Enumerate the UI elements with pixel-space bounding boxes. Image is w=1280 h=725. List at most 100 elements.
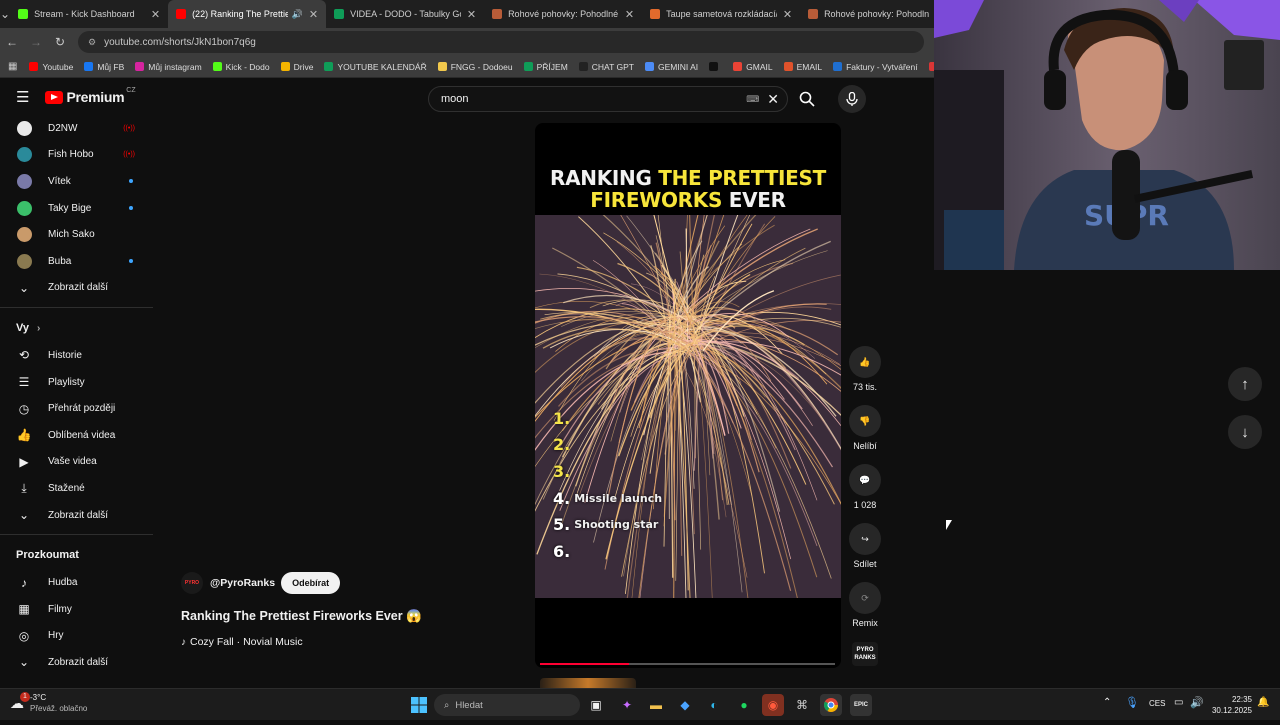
language-indicator[interactable]: CES: [1149, 699, 1165, 708]
subscription-name: Buba: [48, 255, 72, 267]
channel-name[interactable]: @PyroRanks: [210, 577, 275, 589]
sidebar-item-vaše-videa[interactable]: ▶ Vaše videa: [0, 449, 153, 476]
store-icon[interactable]: ◆: [674, 694, 696, 716]
sidebar-item-playlisty[interactable]: ☰ Playlisty: [0, 369, 153, 396]
close-tab-icon[interactable]: ✕: [467, 8, 476, 21]
task-view-icon[interactable]: ▣: [585, 694, 607, 716]
music-row[interactable]: ♪ Cozy Fall · Novial Music: [181, 636, 303, 648]
file-explorer-icon[interactable]: ▬: [645, 694, 667, 716]
network-icon[interactable]: ▭: [1174, 697, 1183, 708]
browser-tab[interactable]: Stream - Kick Dashboard ✕: [10, 0, 168, 28]
bookmark-item[interactable]: YOUTUBE KALENDÁŘ: [324, 62, 427, 72]
rank-item: 6.: [553, 538, 662, 565]
progress-track[interactable]: [540, 663, 835, 665]
previous-short-button[interactable]: ↑: [1228, 367, 1262, 401]
bookmark-item[interactable]: Kick - Dodo: [212, 62, 270, 72]
browser-tab[interactable]: Rohové pohovky: Pohodlné a d ✕: [484, 0, 642, 28]
clock[interactable]: 22:35 30.12.2025: [1210, 694, 1252, 716]
bookmark-item[interactable]: Youtube: [29, 62, 73, 72]
share-button[interactable]: ↪ Sdílet: [846, 523, 884, 569]
edge-icon[interactable]: ◐: [703, 694, 725, 716]
terminal-icon[interactable]: ⌘: [791, 694, 813, 716]
search-value: moon: [441, 93, 469, 105]
subscribe-button[interactable]: Odebírat: [281, 572, 341, 594]
forward-icon[interactable]: →: [24, 35, 48, 49]
dislike-button[interactable]: 👎 Nelíbí: [846, 405, 884, 451]
menu-icon[interactable]: ☰: [16, 88, 29, 106]
shorts-player[interactable]: RANKING THE PRETTIEST FIREWORKS EVER 1. 2…: [535, 123, 841, 668]
epic-games-icon[interactable]: EPIC: [850, 694, 872, 716]
bookmark-item[interactable]: Drive: [280, 62, 313, 72]
search-button[interactable]: [788, 86, 826, 112]
close-tab-icon[interactable]: ✕: [151, 8, 160, 21]
you-show-more[interactable]: ⌄ Zobrazit další: [0, 502, 153, 529]
url-field[interactable]: ⚙ youtube.com/shorts/JkN1bon7q6g: [78, 31, 924, 53]
browser-tab[interactable]: VIDEA - DODO - Tabulky Goog ✕: [326, 0, 484, 28]
taskbar-search[interactable]: ⌕ Hledat: [434, 694, 580, 716]
comments-button[interactable]: 💬 1 028: [846, 464, 884, 510]
subscription-item[interactable]: D2NW ((•)): [0, 115, 153, 142]
sidebar-item-hudba[interactable]: ♪ Hudba: [0, 569, 153, 596]
keyboard-icon[interactable]: ⌨: [746, 94, 759, 105]
back-icon[interactable]: ←: [0, 35, 24, 49]
clock-date: 30.12.2025: [1211, 706, 1252, 715]
explore-show-more[interactable]: ⌄ Zobrazit další: [0, 649, 153, 676]
remix-button[interactable]: ⟳ Remix: [846, 582, 884, 628]
close-tab-icon[interactable]: ✕: [625, 8, 634, 21]
bookmark-item[interactable]: Můj instagram: [135, 62, 202, 72]
bookmark-item[interactable]: PŘÍJEM: [523, 62, 568, 72]
spotify-icon[interactable]: ●: [733, 694, 755, 716]
close-tab-icon[interactable]: ✕: [783, 8, 792, 21]
channel-avatar[interactable]: PYRO: [181, 572, 203, 594]
subscription-item[interactable]: Taky Bige: [0, 195, 153, 222]
subscription-item[interactable]: Mich Sako: [0, 221, 153, 248]
bookmark-item[interactable]: Můj FB: [84, 62, 124, 72]
sidebar-item-label: Stažené: [48, 482, 85, 494]
search-input[interactable]: moon ⌨ ✕: [428, 86, 788, 112]
site-info-icon[interactable]: ⚙: [88, 37, 96, 48]
reload-icon[interactable]: ↻: [48, 35, 72, 49]
bookmark-item[interactable]: Faktury - Vytváření: [833, 62, 918, 72]
clear-search-icon[interactable]: ✕: [767, 91, 779, 108]
next-short-button[interactable]: ↓: [1228, 415, 1262, 449]
browser-tab[interactable]: (22) Ranking The Prettiest F 🔊 ✕: [168, 0, 327, 28]
close-tab-icon[interactable]: ✕: [309, 8, 318, 21]
bookmark-item[interactable]: EMAIL: [783, 62, 822, 72]
tab-search-icon[interactable]: ⌄: [0, 7, 10, 21]
next-short-preview[interactable]: [540, 678, 636, 688]
bookmark-item[interactable]: GMAIL: [733, 62, 773, 72]
bookmark-item[interactable]: CHAT GPT: [578, 62, 634, 72]
subscriptions-show-more[interactable]: ⌄ Zobrazit další: [0, 275, 153, 302]
voice-search-button[interactable]: [838, 85, 866, 113]
browser-tab[interactable]: Taupe sametová rozkládací/s úl ✕: [642, 0, 800, 28]
subscription-item[interactable]: Buba: [0, 248, 153, 275]
chrome-icon[interactable]: [820, 694, 842, 716]
sidebar-item-hry[interactable]: ◎ Hry: [0, 623, 153, 650]
subscription-item[interactable]: Fish Hobo ((•)): [0, 142, 153, 169]
copilot-icon[interactable]: ✦: [616, 694, 638, 716]
sidebar-item-stažené[interactable]: ⤓ Stažené: [0, 475, 153, 502]
sidebar-item-přehrát-později[interactable]: ◷ Přehrát později: [0, 395, 153, 422]
channel-thumbnail[interactable]: PYRO RANKS: [852, 642, 878, 666]
notification-bell-icon[interactable]: 🔔: [1257, 697, 1269, 708]
tray-overflow-icon[interactable]: ⌃: [1103, 697, 1111, 708]
like-button[interactable]: 👍 73 tis.: [846, 346, 884, 392]
bookmark-item[interactable]: FNGG - Dodoeu: [437, 62, 513, 72]
apps-icon[interactable]: ▦: [8, 61, 17, 72]
subscription-item[interactable]: Vítek: [0, 168, 153, 195]
tab-title: (22) Ranking The Prettiest F: [192, 9, 288, 19]
windows-start-button[interactable]: [408, 694, 430, 716]
bookmark-item[interactable]: [709, 62, 722, 71]
youtube-logo[interactable]: ☰ Premium CZ: [16, 87, 136, 107]
microphone-tray-icon[interactable]: 🎙: [1125, 696, 1139, 709]
volume-icon[interactable]: 🔊: [1190, 696, 1204, 709]
sidebar-item-oblíbená-videa[interactable]: 👍 Oblíbená videa: [0, 422, 153, 449]
speaker-icon[interactable]: 🔊: [292, 9, 303, 20]
bookmark-item[interactable]: GEMINI AI: [644, 62, 698, 72]
you-section-header[interactable]: Vy ›: [0, 314, 153, 342]
recorder-icon[interactable]: ◉: [762, 694, 784, 716]
weather-widget[interactable]: ☁ 1 -3°C Převáž. oblačno: [10, 692, 87, 714]
video-title[interactable]: Ranking The Prettiest Fireworks Ever 😱: [181, 609, 422, 624]
sidebar-item-historie[interactable]: ⟲ Historie: [0, 342, 153, 369]
sidebar-item-filmy[interactable]: ▦ Filmy: [0, 596, 153, 623]
